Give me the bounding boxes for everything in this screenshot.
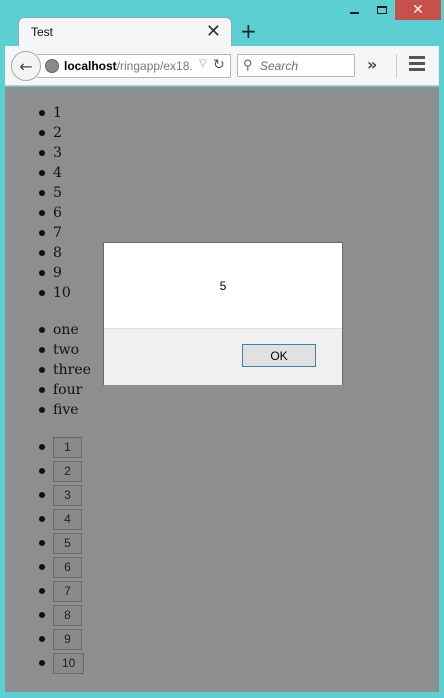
navigation-bar: localhost/ringapp/ex18. ▽ ↻ ← ⚲ » [5, 46, 439, 86]
word-label: two [53, 342, 80, 358]
minimize-icon [350, 12, 359, 14]
number-label: 7 [53, 225, 62, 241]
minimize-button[interactable] [341, 0, 368, 20]
button-item: 9 [5, 627, 84, 651]
number-label: 4 [53, 165, 62, 181]
button-item: 2 [5, 459, 84, 483]
number-label: 6 [53, 205, 62, 221]
number-label: 3 [53, 145, 62, 161]
button-item: 1 [5, 435, 84, 459]
number-item: 3 [5, 143, 71, 163]
number-label: 8 [53, 245, 62, 261]
back-button[interactable]: ← [11, 51, 41, 81]
list-button[interactable]: 7 [53, 580, 82, 602]
dialog-message: 5 [219, 279, 227, 293]
list-button[interactable]: 2 [53, 460, 82, 482]
button-item: 3 [5, 483, 84, 507]
number-label: 1 [53, 105, 62, 121]
word-item: four [5, 380, 91, 400]
ok-button[interactable]: OK [242, 344, 316, 367]
close-icon: ✕ [412, 2, 424, 18]
button-item: 8 [5, 603, 84, 627]
list-button[interactable]: 3 [53, 484, 82, 506]
number-label: 5 [53, 185, 62, 201]
list-button[interactable]: 9 [53, 628, 82, 650]
page-content: 1 2 3 4 5 6 7 8 9 10 one two three four five 12345678… [5, 87, 439, 692]
overflow-chevron-icon[interactable]: » [367, 55, 377, 74]
back-arrow-icon: ← [19, 56, 33, 76]
button-item: 4 [5, 507, 84, 531]
url-bar[interactable]: localhost/ringapp/ex18. ▽ ↻ [37, 54, 231, 78]
word-label: three [53, 362, 91, 378]
tab-close-icon[interactable]: ✕ [206, 21, 221, 42]
list-button[interactable]: 4 [53, 508, 82, 530]
button-item: 5 [5, 531, 84, 555]
number-label: 2 [53, 125, 62, 141]
url-path: /ringapp/ex18. [116, 59, 193, 73]
button-list: 1 2 3 4 5 6 7 8 9 10 [5, 435, 85, 675]
list-button[interactable]: 10 [53, 652, 85, 674]
number-item: 5 [5, 183, 71, 203]
alert-dialog: 5 OK [103, 242, 343, 385]
close-window-button[interactable]: ✕ [395, 0, 441, 20]
reload-icon[interactable]: ↻ [213, 56, 225, 73]
number-item: 1 [5, 103, 71, 123]
globe-icon [45, 59, 59, 73]
number-label: 9 [53, 265, 62, 281]
search-box[interactable]: ⚲ [237, 54, 355, 77]
list-button[interactable]: 1 [53, 436, 82, 458]
word-item: two [5, 340, 91, 360]
button-item: 6 [5, 555, 84, 579]
word-label: five [53, 402, 79, 418]
word-label: one [53, 322, 79, 338]
list-button[interactable]: 8 [53, 604, 82, 626]
maximize-icon [376, 6, 387, 14]
number-item: 8 [5, 243, 71, 263]
search-input[interactable] [260, 57, 350, 75]
toolbar-divider [396, 54, 397, 78]
list-button[interactable]: 5 [53, 532, 82, 554]
number-item: 2 [5, 123, 71, 143]
word-item: three [5, 360, 91, 380]
browser-window: ✕ Test ✕ + localhost/ringapp/ex18. ▽ ↻ ←… [0, 0, 444, 698]
number-label: 10 [53, 285, 71, 301]
dialog-footer: OK [104, 328, 342, 385]
word-item: five [5, 400, 91, 420]
list-button[interactable]: 6 [53, 556, 82, 578]
tab-test[interactable]: Test ✕ [18, 17, 232, 47]
button-item: 7 [5, 579, 84, 603]
url-host: localhost [64, 59, 117, 73]
word-item: one [5, 320, 91, 340]
maximize-button[interactable] [368, 0, 395, 20]
number-item: 4 [5, 163, 71, 183]
hamburger-menu-icon[interactable] [409, 56, 425, 74]
window-controls: ✕ [341, 0, 441, 20]
word-label: four [53, 382, 83, 398]
number-list: 1 2 3 4 5 6 7 8 9 10 [5, 103, 71, 303]
number-item: 9 [5, 263, 71, 283]
number-item: 7 [5, 223, 71, 243]
button-item: 10 [5, 651, 85, 675]
url-text: localhost/ringapp/ex18. [64, 59, 193, 73]
tab-title: Test [31, 25, 54, 39]
search-icon: ⚲ [243, 57, 253, 72]
word-list: one two three four five [5, 320, 91, 420]
new-tab-icon[interactable]: + [240, 19, 257, 43]
number-item: 6 [5, 203, 71, 223]
number-item: 10 [5, 283, 71, 303]
url-dropdown-icon[interactable]: ▽ [199, 58, 207, 69]
